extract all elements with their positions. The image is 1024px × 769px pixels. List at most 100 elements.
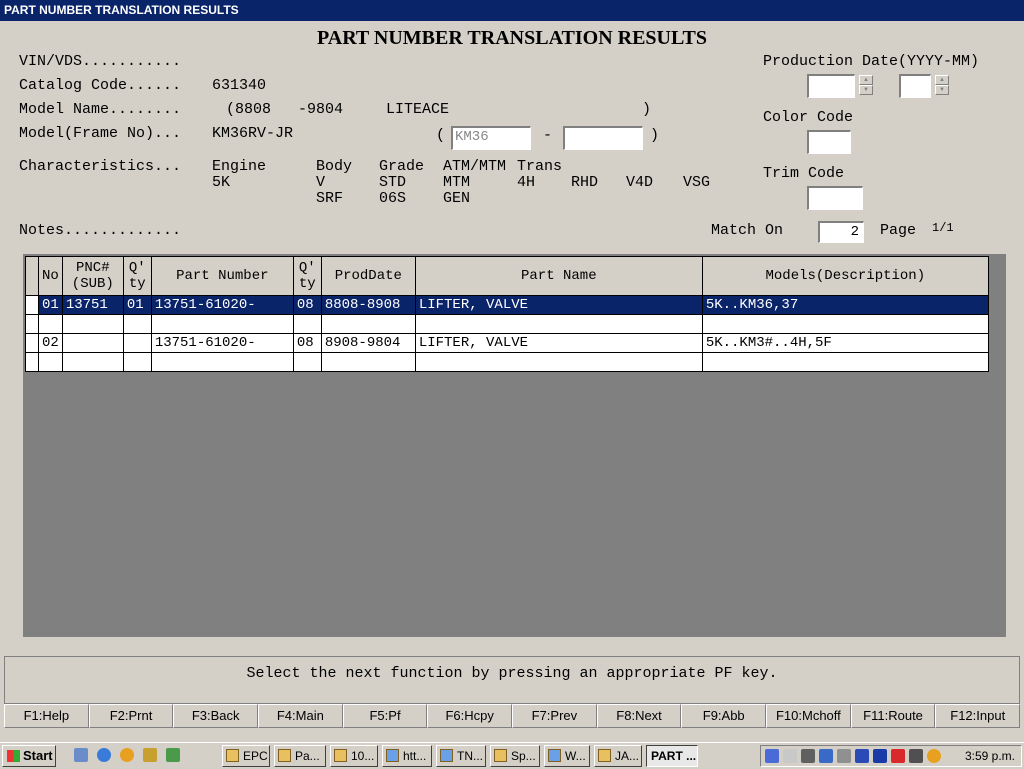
f11-route-button[interactable]: F11:Route xyxy=(850,704,936,728)
frame-input-2[interactable] xyxy=(563,126,643,150)
cell-models: 5K..KM3#..4H,5F xyxy=(701,333,989,353)
model-frame-label: Model(Frame No)... xyxy=(19,125,182,142)
char-value: 5K xyxy=(212,174,231,191)
task-label: Sp... xyxy=(511,749,536,763)
column-header: Q' ty xyxy=(292,256,322,296)
row-selector[interactable] xyxy=(25,314,39,334)
month-spinner[interactable]: ▲ ▼ xyxy=(935,75,949,97)
char-header-trans: Trans xyxy=(517,158,563,175)
task-label: 10... xyxy=(351,749,375,763)
tray-icon[interactable] xyxy=(891,749,905,763)
show-desktop-icon[interactable] xyxy=(74,748,88,762)
cell-no: 02 xyxy=(38,333,63,353)
taskbar-item-ja[interactable]: JA... xyxy=(594,745,642,767)
taskbar-item-pa[interactable]: Pa... xyxy=(274,745,326,767)
cell-qty2: 08 xyxy=(292,333,322,353)
task-label: JA... xyxy=(615,749,640,763)
taskbar-item-sp[interactable]: Sp... xyxy=(490,745,540,767)
network-app-icon[interactable] xyxy=(166,748,180,762)
taskbar-item-10[interactable]: 10... xyxy=(330,745,378,767)
production-year-input[interactable] xyxy=(807,74,855,98)
production-date-label: Production Date(YYYY-MM) xyxy=(763,53,980,70)
model-name-text: LITEACE xyxy=(386,101,450,118)
match-on-field[interactable]: 2 xyxy=(818,221,864,243)
frame-open-paren: ( xyxy=(436,127,446,144)
cell-pnc xyxy=(61,314,124,334)
production-month-input[interactable] xyxy=(899,74,931,98)
tray-icon[interactable] xyxy=(927,749,941,763)
f1-help-button[interactable]: F1:Help xyxy=(4,704,89,728)
char-value: 06S xyxy=(379,190,407,207)
window-title-bar: PART NUMBER TRANSLATION RESULTS xyxy=(0,0,1024,21)
column-header: No xyxy=(38,256,63,296)
f8-next-button[interactable]: F8:Next xyxy=(596,704,682,728)
f4-main-button[interactable]: F4:Main xyxy=(258,704,343,728)
volume-icon[interactable] xyxy=(783,749,797,763)
taskbar-item-part[interactable]: PART ... xyxy=(646,745,698,767)
media-player-icon[interactable] xyxy=(120,748,134,762)
app-icon xyxy=(598,749,611,762)
cell-part-name xyxy=(414,314,703,334)
f10-mchoff-button[interactable]: F10:Mchoff xyxy=(766,704,851,728)
table-row[interactable] xyxy=(25,352,989,372)
taskbar-item-htt[interactable]: htt... xyxy=(382,745,432,767)
tray-icon[interactable] xyxy=(837,749,851,763)
results-grid: No PNC# (SUB) Q' ty Part Number Q' ty Pr… xyxy=(23,254,1006,637)
network-icon[interactable] xyxy=(801,749,815,763)
model-name-label: Model Name........ xyxy=(19,101,182,118)
cell-models xyxy=(701,314,989,334)
f5-pf-button[interactable]: F5:Pf xyxy=(342,704,428,728)
match-on-label: Match On xyxy=(711,222,784,239)
app-icon xyxy=(494,749,507,762)
char-value: V xyxy=(316,174,326,191)
row-selector[interactable] xyxy=(25,333,39,353)
page-title: PART NUMBER TRANSLATION RESULTS xyxy=(317,27,707,49)
tray-icon[interactable] xyxy=(855,749,869,763)
f9-abb-button[interactable]: F9:Abb xyxy=(681,704,767,728)
cell-no: 01 xyxy=(38,295,63,315)
taskbar-item-epc[interactable]: EPC xyxy=(222,745,270,767)
taskbar-item-w[interactable]: W... xyxy=(544,745,590,767)
start-label: Start xyxy=(23,748,53,763)
frame-input-1[interactable]: KM36 xyxy=(451,126,531,150)
f2-print-button[interactable]: F2:Prnt xyxy=(88,704,174,728)
char-value: 4H xyxy=(517,174,536,191)
table-row[interactable] xyxy=(25,314,989,334)
tools-icon[interactable] xyxy=(909,749,923,763)
task-label: htt... xyxy=(403,749,427,763)
browser-icon xyxy=(386,749,399,762)
f12-input-button[interactable]: F12:Input xyxy=(935,704,1021,728)
table-row[interactable]: 02 13751-61020- 08 8908-9804 LIFTER, VAL… xyxy=(25,333,989,353)
f7-prev-button[interactable]: F7:Prev xyxy=(512,704,597,728)
year-spinner[interactable]: ▲ ▼ xyxy=(859,75,873,97)
language-icon[interactable] xyxy=(873,749,887,763)
start-button[interactable]: Start xyxy=(2,745,56,767)
cell-qty2: 08 xyxy=(292,295,322,315)
row-selector[interactable] xyxy=(25,295,39,315)
char-value: SRF xyxy=(316,190,344,207)
table-row[interactable]: 01 13751 01 13751-61020- 08 8808-8908 LI… xyxy=(25,295,989,315)
cell-part-name: LIFTER, VALVE xyxy=(414,295,703,315)
catalog-code-label: Catalog Code...... xyxy=(19,77,182,94)
column-header: ProdDate xyxy=(320,256,416,296)
model-name-close: ) xyxy=(642,101,652,118)
page-label: Page xyxy=(880,222,917,239)
color-code-input[interactable] xyxy=(807,130,851,154)
char-header-atm: ATM/MTM xyxy=(443,158,507,175)
main-panel: PART NUMBER TRANSLATION RESULTS VIN/VDS.… xyxy=(0,21,1024,651)
clock-app-icon[interactable] xyxy=(143,748,157,762)
cell-pnc xyxy=(61,333,124,353)
taskbar: Start EPC Pa... 10... htt... TN... Sp...… xyxy=(0,742,1024,769)
cell-qty2 xyxy=(292,352,322,372)
taskbar-item-tn[interactable]: TN... xyxy=(436,745,486,767)
system-tray: 3:59 p.m. xyxy=(760,745,1022,767)
f6-hardcopy-button[interactable]: F6:Hcpy xyxy=(427,704,513,728)
browser-icon[interactable] xyxy=(97,748,111,762)
f3-back-button[interactable]: F3:Back xyxy=(173,704,259,728)
trim-code-input[interactable] xyxy=(807,186,863,210)
mail-icon[interactable] xyxy=(819,749,833,763)
cell-no xyxy=(38,352,63,372)
tray-icon[interactable] xyxy=(765,749,779,763)
row-selector[interactable] xyxy=(25,352,39,372)
cell-part-name xyxy=(414,352,703,372)
